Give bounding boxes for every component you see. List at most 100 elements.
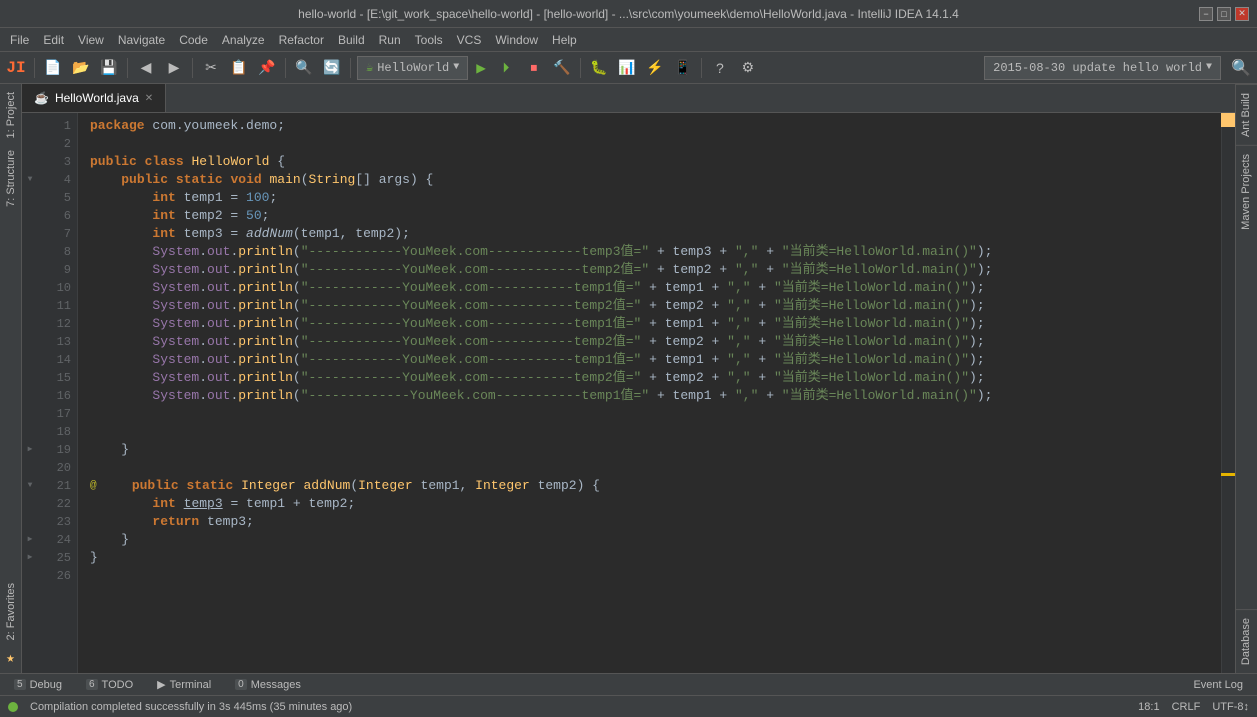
separator-1 xyxy=(34,58,35,78)
maven-projects-panel[interactable]: Maven Projects xyxy=(1236,145,1257,238)
replace-button[interactable]: 🔄 xyxy=(320,56,344,80)
ant-build-panel[interactable]: Ant Build xyxy=(1236,84,1257,145)
code-line-25: } xyxy=(90,549,1221,567)
code-line-8: System.out.println("------------YouMeek.… xyxy=(90,243,1221,261)
code-line-9: System.out.println("------------YouMeek.… xyxy=(90,261,1221,279)
fold-19[interactable] xyxy=(22,441,38,459)
find-button[interactable]: 🔍 xyxy=(292,56,316,80)
copy-button[interactable]: 📋 xyxy=(227,56,251,80)
code-gutter xyxy=(22,113,38,673)
menu-window[interactable]: Window xyxy=(489,31,544,49)
menu-navigate[interactable]: Navigate xyxy=(112,31,171,49)
title-text: hello-world - [E:\git_work_space\hello-w… xyxy=(298,7,959,21)
maximize-button[interactable]: □ xyxy=(1217,7,1231,21)
run-config-name: HelloWorld xyxy=(377,61,449,75)
menu-analyze[interactable]: Analyze xyxy=(216,31,271,49)
build-button[interactable]: 🔨 xyxy=(550,56,574,80)
back-button[interactable]: ◀ xyxy=(134,56,158,80)
terminal-tab[interactable]: ▶ Terminal xyxy=(151,676,217,693)
code-line-23: return temp3; xyxy=(90,513,1221,531)
bottom-bar: 5 Debug 6 TODO ▶ Terminal 0 Messages Eve… xyxy=(0,673,1257,695)
debug-tab[interactable]: 5 Debug xyxy=(8,677,68,693)
cut-button[interactable]: ✂ xyxy=(199,56,223,80)
code-line-14: System.out.println("------------YouMeek.… xyxy=(90,351,1221,369)
code-line-2 xyxy=(90,135,1221,153)
menu-vcs[interactable]: VCS xyxy=(451,31,488,49)
todo-tab[interactable]: 6 TODO xyxy=(80,677,139,693)
todo-tab-num: 6 xyxy=(86,679,98,690)
close-button[interactable]: ✕ xyxy=(1235,7,1249,21)
menu-tools[interactable]: Tools xyxy=(409,31,449,49)
forward-button[interactable]: ▶ xyxy=(162,56,186,80)
database-panel[interactable]: Database xyxy=(1236,609,1257,673)
menu-file[interactable]: File xyxy=(4,31,35,49)
editor-container: ☕ HelloWorld.java ✕ xyxy=(22,84,1235,673)
menu-help[interactable]: Help xyxy=(546,31,583,49)
status-encoding[interactable]: UTF-8↕ xyxy=(1212,701,1249,713)
stop-button[interactable]: ⏹ xyxy=(522,56,546,80)
fold-21[interactable] xyxy=(22,477,38,495)
code-content[interactable]: package com.youmeek.demo; public class H… xyxy=(78,113,1221,673)
fold-4[interactable] xyxy=(22,171,38,189)
code-line-10: System.out.println("------------YouMeek.… xyxy=(90,279,1221,297)
menu-code[interactable]: Code xyxy=(173,31,214,49)
favorites-star-icon[interactable]: ★ xyxy=(6,650,14,667)
intellij-logo: JI xyxy=(4,56,28,80)
menu-run[interactable]: Run xyxy=(373,31,407,49)
status-debug-icon xyxy=(8,702,18,712)
status-line-ending[interactable]: CRLF xyxy=(1172,701,1201,713)
minimize-button[interactable]: − xyxy=(1199,7,1213,21)
separator-3 xyxy=(192,58,193,78)
code-line-16: System.out.println("-------------YouMeek… xyxy=(90,387,1221,405)
code-line-5: int temp1 = 100; xyxy=(90,189,1221,207)
event-log-tab[interactable]: Event Log xyxy=(1187,677,1249,693)
status-position[interactable]: 18:1 xyxy=(1138,701,1159,713)
run-config-selector[interactable]: ☕ HelloWorld ▼ xyxy=(357,56,468,80)
code-editor: 1234 5678 9101112 13141516 17181920 2122… xyxy=(22,113,1235,673)
help-toolbar-button[interactable]: ? xyxy=(708,56,732,80)
git-commit-text: 2015-08-30 update hello world xyxy=(993,61,1202,75)
code-line-13: System.out.println("------------YouMeek.… xyxy=(90,333,1221,351)
paste-button[interactable]: 📌 xyxy=(255,56,279,80)
separator-4 xyxy=(285,58,286,78)
menu-edit[interactable]: Edit xyxy=(37,31,70,49)
compilation-status: Compilation completed successfully in 3s… xyxy=(30,701,352,713)
sidebar-item-project[interactable]: 1: Project xyxy=(3,86,19,144)
separator-7 xyxy=(701,58,702,78)
git-commit-info[interactable]: 2015-08-30 update hello world ▼ xyxy=(984,56,1221,80)
android-button[interactable]: 📱 xyxy=(671,56,695,80)
profile-button[interactable]: ⚡ xyxy=(643,56,667,80)
menu-view[interactable]: View xyxy=(72,31,110,49)
messages-tab[interactable]: 0 Messages xyxy=(229,677,307,693)
sidebar-item-structure[interactable]: 7: Structure xyxy=(3,144,19,213)
new-file-button[interactable]: 📄 xyxy=(41,56,65,80)
editor-tab-helloworld[interactable]: ☕ HelloWorld.java ✕ xyxy=(22,84,166,112)
fold-24[interactable] xyxy=(22,531,38,549)
open-button[interactable]: 📂 xyxy=(69,56,93,80)
status-dot-green xyxy=(8,702,18,712)
line-numbers: 1234 5678 9101112 13141516 17181920 2122… xyxy=(38,113,78,673)
error-stripe xyxy=(1221,113,1235,673)
messages-tab-num: 0 xyxy=(235,679,247,690)
code-line-3: public class HelloWorld { xyxy=(90,153,1221,171)
separator-5 xyxy=(350,58,351,78)
settings-button[interactable]: ⚙ xyxy=(736,56,760,80)
messages-tab-label: Messages xyxy=(251,679,301,691)
run-button[interactable]: ▶ xyxy=(472,58,490,78)
coverage-button[interactable]: 📊 xyxy=(615,56,639,80)
save-button[interactable]: 💾 xyxy=(97,56,121,80)
sidebar-item-favorites[interactable]: 2: Favorites xyxy=(3,577,19,646)
debug-button[interactable]: 🐛 xyxy=(587,56,611,80)
tab-close-button[interactable]: ✕ xyxy=(145,93,153,104)
global-search-button[interactable]: 🔍 xyxy=(1229,56,1253,80)
warning-indicator xyxy=(1221,113,1235,127)
menu-build[interactable]: Build xyxy=(332,31,371,49)
menu-refactor[interactable]: Refactor xyxy=(273,31,330,49)
resume-button[interactable]: ⏵ xyxy=(494,56,518,80)
tab-filename: HelloWorld.java xyxy=(55,91,139,105)
java-file-icon: ☕ xyxy=(34,91,49,105)
sidebar-left: 1: Project 7: Structure 2: Favorites ★ xyxy=(0,84,22,673)
toolbar: JI 📄 📂 💾 ◀ ▶ ✂ 📋 📌 🔍 🔄 ☕ HelloWorld ▼ ▶ … xyxy=(0,52,1257,84)
separator-6 xyxy=(580,58,581,78)
fold-25[interactable] xyxy=(22,549,38,567)
